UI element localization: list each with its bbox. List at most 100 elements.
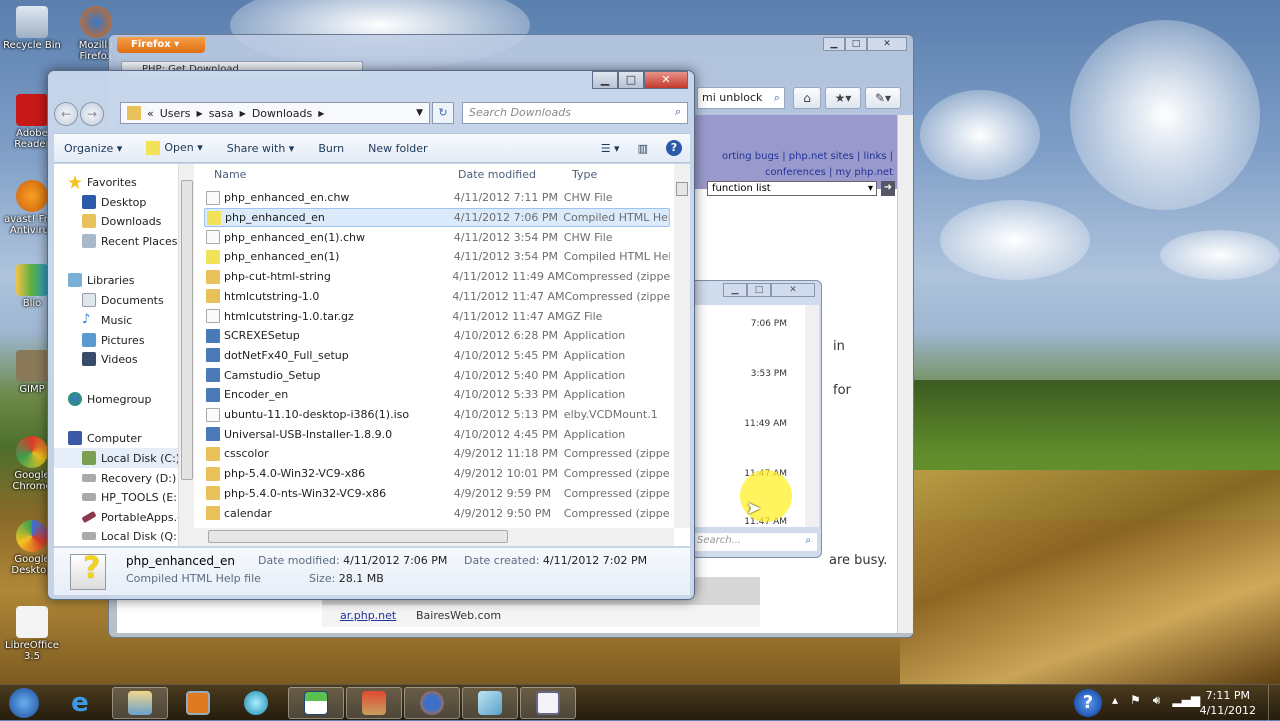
nav-desktop[interactable]: Desktop [82, 192, 188, 212]
column-header-name[interactable]: Name [214, 164, 246, 186]
maximize-button[interactable]: □ [747, 283, 771, 297]
column-header-type[interactable]: Type [572, 164, 597, 186]
show-desktop-button[interactable] [1268, 685, 1280, 721]
nav-local-disk-c[interactable]: Local Disk (C:) [54, 448, 184, 468]
file-row[interactable]: csscolor 4/9/2012 11:18 PM Compressed (zip… [204, 444, 670, 464]
php-nav-links[interactable]: orting bugs | php.net sites | links | co… [722, 149, 893, 181]
browser-scrollbar[interactable] [897, 115, 913, 633]
file-row[interactable]: php-5.4.0-nts-Win32-VC9-x86 4/9/2012 9:59… [204, 484, 670, 504]
maximize-button[interactable]: □ [845, 37, 867, 51]
nav-videos[interactable]: Videos [82, 349, 188, 369]
file-row[interactable]: php_enhanced_en(1) 4/11/2012 3:54 PM Compi… [204, 247, 670, 267]
nav-downloads[interactable]: Downloads [82, 211, 188, 231]
nav-pictures[interactable]: Pictures [82, 330, 188, 350]
explorer-window[interactable]: ▁ □ ✕ ← → « Users ▶ sasa ▶ Downloads ▶ ▼ ↻ … [47, 70, 695, 600]
new-folder-button[interactable]: New folder [358, 142, 441, 155]
network-signal-icon[interactable]: ▂▄▆ [1172, 693, 1200, 708]
browser-search-input[interactable]: mi unblock ⌕ [697, 87, 785, 109]
nav-favorites[interactable]: Favorites [68, 172, 188, 192]
bookmarks-button[interactable]: ★▾ [825, 87, 861, 109]
breadcrumb-overflow[interactable]: « [147, 107, 154, 120]
close-button[interactable]: ✕ [644, 71, 688, 89]
nav-hp-tools-e[interactable]: HP_TOOLS (E:) [82, 487, 188, 507]
burn-button[interactable]: Burn [308, 142, 358, 155]
function-list-select[interactable]: function list ▾ [707, 181, 877, 196]
back-button[interactable]: ← [54, 102, 78, 126]
desktop-icon-libreoffice[interactable]: LibreOffice 3.5 [0, 606, 64, 662]
file-list-vertical-scrollbar[interactable] [674, 164, 690, 528]
file-row[interactable]: php-cut-html-string 4/11/2012 11:49 AM Com… [204, 267, 670, 287]
open-button[interactable]: Open ▾ [136, 141, 216, 155]
file-row[interactable]: dotNetFx40_Full_setup 4/10/2012 5:45 PM Ap… [204, 346, 670, 366]
organize-button[interactable]: Organize ▾ [54, 142, 136, 155]
breadcrumb-sasa[interactable]: sasa [209, 107, 234, 120]
file-row[interactable]: ubuntu-11.10-desktop-i386(1).iso 4/10/201… [204, 405, 670, 425]
file-row[interactable]: htmlcutstring-1.0.tar.gz 4/11/2012 11:47 … [204, 306, 670, 326]
taskbar-notepad[interactable] [462, 687, 518, 719]
taskbar-video-recorder[interactable] [520, 687, 576, 719]
refresh-button[interactable]: ↻ [432, 102, 454, 124]
taskbar-remote-desktop[interactable] [346, 687, 402, 719]
search-go-button[interactable]: ➜ [881, 181, 895, 196]
scrollbar-thumb[interactable] [208, 530, 508, 543]
firefox-menu-button[interactable]: Firefox ▾ [117, 37, 205, 53]
nav-homegroup[interactable]: Homegroup [68, 389, 188, 409]
taskbar-windows-explorer[interactable] [112, 687, 168, 719]
close-button[interactable]: ✕ [771, 283, 815, 297]
file-row[interactable]: Encoder_en 4/10/2012 5:33 PM Application [204, 385, 670, 405]
preview-pane-button[interactable]: ▥ [638, 142, 648, 155]
taskbar-camstudio[interactable] [228, 687, 284, 719]
file-row[interactable]: php-5.4.0-Win32-VC9-x86 4/9/2012 10:01 PM… [204, 464, 670, 484]
file-list-horizontal-scrollbar[interactable] [194, 528, 674, 546]
file-row[interactable]: SCREXESetup 4/10/2012 6:28 PM Application [204, 326, 670, 346]
file-row[interactable]: php_enhanced_en(1).chw 4/11/2012 3:54 PM C… [204, 227, 670, 247]
popup-search-input[interactable]: Search... ⌕ [693, 533, 817, 551]
nav-recovery-d[interactable]: Recovery (D:) [82, 468, 188, 488]
scrollbar-thumb[interactable] [181, 180, 193, 480]
nav-documents[interactable]: Documents [82, 290, 188, 310]
address-dropdown-icon[interactable]: ▼ [416, 108, 423, 118]
nav-local-disk-q[interactable]: Local Disk (Q:) [82, 526, 188, 546]
taskbar-media-player[interactable] [170, 687, 226, 719]
clock[interactable]: 7:11 PM 4/11/2012 [1200, 688, 1256, 718]
minimize-button[interactable]: ▁ [723, 283, 747, 297]
nav-portableapps[interactable]: PortableApps.com [82, 507, 184, 527]
forward-button[interactable]: → [80, 102, 104, 126]
file-row[interactable]: calendar 4/9/2012 9:50 PM Compressed (zipp… [204, 503, 670, 523]
volume-icon[interactable]: 🔊︎ [1153, 693, 1161, 708]
file-row[interactable]: php_enhanced_en 4/11/2012 7:06 PM Compiled… [204, 207, 670, 228]
nav-recent-places[interactable]: Recent Places [82, 231, 188, 251]
home-button[interactable]: ⌂ [793, 87, 821, 109]
breadcrumb-downloads[interactable]: Downloads [252, 107, 312, 120]
addon-button[interactable]: ✎▾ [865, 87, 901, 109]
minimize-button[interactable]: ▁ [823, 37, 845, 51]
close-button[interactable]: ✕ [867, 37, 907, 51]
share-with-button[interactable]: Share with ▾ [217, 142, 309, 155]
change-view-button[interactable]: ☰ ▾ [601, 142, 620, 155]
minimize-button[interactable]: ▁ [592, 71, 618, 89]
file-row[interactable]: htmlcutstring-1.0 4/11/2012 11:47 AM Compr… [204, 287, 670, 307]
address-bar[interactable]: « Users ▶ sasa ▶ Downloads ▶ ▼ [120, 102, 430, 124]
breadcrumb-users[interactable]: Users [160, 107, 191, 120]
file-row[interactable]: php_enhanced_en.chw 4/11/2012 7:11 PM CHW … [204, 188, 670, 208]
nav-libraries[interactable]: Libraries [68, 270, 188, 290]
show-hidden-icons-button[interactable]: ▴ [1112, 693, 1118, 708]
help-button[interactable]: ? [666, 140, 682, 156]
taskbar-firefox[interactable] [404, 687, 460, 719]
nav-computer[interactable]: Computer [68, 428, 188, 448]
action-center-icon[interactable]: ⚑ [1130, 693, 1141, 708]
popup-scrollbar[interactable] [805, 305, 819, 527]
search-downloads-input[interactable]: Search Downloads ⌕ [462, 102, 688, 124]
maximize-button[interactable]: □ [618, 71, 644, 89]
mirror-link[interactable]: ar.php.net [340, 605, 396, 627]
help-support-icon[interactable]: ? [1074, 689, 1102, 717]
taskbar-internet-explorer[interactable]: e [52, 687, 108, 719]
file-row[interactable]: Camstudio_Setup 4/10/2012 5:40 PM Applicat… [204, 365, 670, 385]
start-button[interactable] [0, 687, 48, 719]
taskbar-hp-app[interactable] [288, 687, 344, 719]
scrollbar-thumb[interactable] [676, 182, 688, 196]
desktop-icon-recycle-bin[interactable]: Recycle Bin [0, 6, 64, 51]
navigation-scrollbar[interactable] [178, 164, 194, 546]
nav-music[interactable]: ♪ Music [82, 310, 188, 330]
column-header-date-modified[interactable]: Date modified [458, 164, 536, 186]
